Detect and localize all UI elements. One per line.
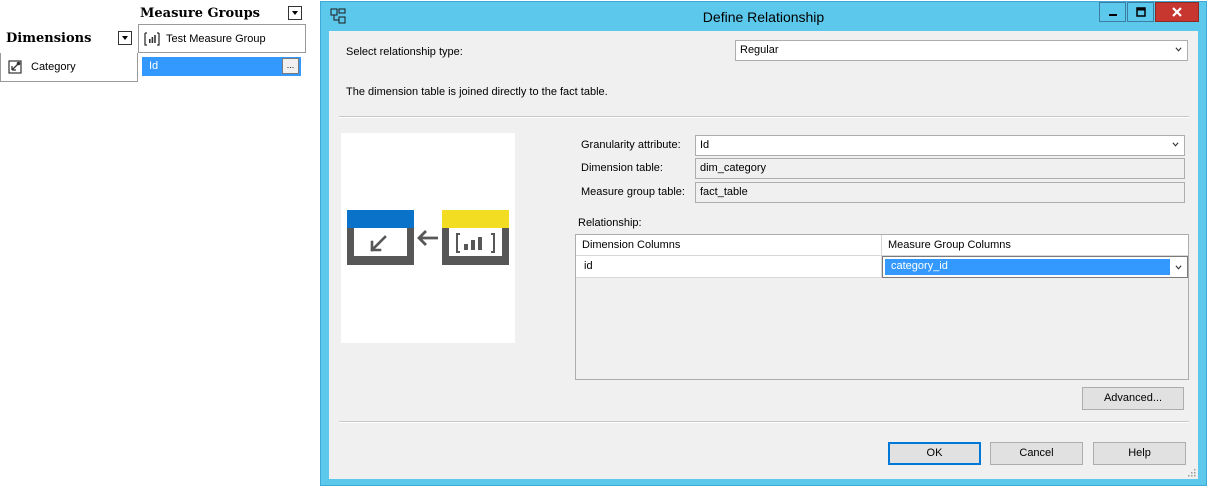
measure-group-columns-header: Measure Group Columns [882,235,1188,256]
relationship-type-label: Select relationship type: [346,46,463,58]
dimensions-dropdown-button[interactable] [118,31,132,45]
measure-group-table-field: fact_table [695,182,1185,203]
granularity-attribute-select[interactable]: Id [695,135,1185,156]
dimension-icon [8,60,22,74]
measure-group-cell[interactable]: Test Measure Group [138,24,306,53]
define-relationship-ellipsis-button[interactable]: ... [282,58,299,74]
dimensions-header: Dimensions [0,24,138,53]
minimize-icon [1108,14,1117,16]
relationship-cell-selected[interactable]: Id ... [142,57,301,76]
dialog-client-area: Select relationship type: Regular The di… [329,31,1198,479]
relationship-columns-grid[interactable]: Dimension Columns Measure Group Columns … [575,234,1189,380]
chevron-down-icon [122,36,128,40]
dimension-table-value: dim_category [700,162,767,174]
relationship-description: The dimension table is joined directly t… [346,86,608,98]
relationship-cell-value: Id [149,60,159,72]
measure-groups-header: Measure Groups [138,2,306,24]
advanced-button[interactable]: Advanced... [1082,387,1184,410]
relationship-label: Relationship: [578,217,642,229]
maximize-icon [1135,7,1146,17]
minimize-button[interactable] [1099,2,1126,22]
relationship-diagram-graphic [347,210,509,265]
separator-bottom-highlight [339,422,1189,423]
dimension-columns-header: Dimension Columns [576,235,882,256]
chevron-down-icon [1175,265,1182,270]
dimension-table-field: dim_category [695,158,1185,179]
measure-groups-title: Measure Groups [140,6,260,21]
measure-group-table-label: Measure group table: [581,186,685,198]
dialog-title: Define Relationship [702,9,825,25]
resize-grip-icon[interactable] [1188,469,1196,477]
relationship-type-select[interactable]: Regular [735,40,1188,61]
measure-group-icon [144,32,160,46]
relationship-diagram [341,133,515,343]
dimension-columns-header-label: Dimension Columns [582,239,681,251]
table-row[interactable]: id [576,256,882,278]
help-button[interactable]: Help [1093,442,1186,465]
measure-group-column-value: category_id [891,260,948,272]
dimension-column-value: id [584,260,593,272]
dimension-name: Category [31,61,76,73]
define-relationship-dialog: Define Relationship Select relationship … [320,1,1207,486]
measure-group-column-select[interactable]: category_id [882,256,1188,278]
dimension-cell-category[interactable]: Category [0,53,138,82]
measure-group-table-value: fact_table [700,186,748,198]
measure-group-columns-header-label: Measure Group Columns [888,239,1011,251]
chevron-down-icon [1172,142,1179,147]
close-icon [1172,7,1182,17]
relationship-type-value: Regular [740,44,779,56]
measure-groups-dropdown-button[interactable] [288,6,302,20]
maximize-button[interactable] [1127,2,1154,22]
separator-top-highlight [339,117,1189,118]
ok-button[interactable]: OK [888,442,981,465]
granularity-attribute-label: Granularity attribute: [581,139,681,151]
measure-group-name: Test Measure Group [166,33,266,45]
granularity-attribute-value: Id [700,139,710,151]
dimension-table-label: Dimension table: [581,162,663,174]
chevron-down-icon [292,11,298,15]
measure-group-column-selection: category_id [885,259,1170,275]
dimensions-title: Dimensions [6,31,92,46]
cancel-button[interactable]: Cancel [990,442,1083,465]
chevron-down-icon [1175,47,1182,52]
close-button[interactable] [1155,2,1199,22]
